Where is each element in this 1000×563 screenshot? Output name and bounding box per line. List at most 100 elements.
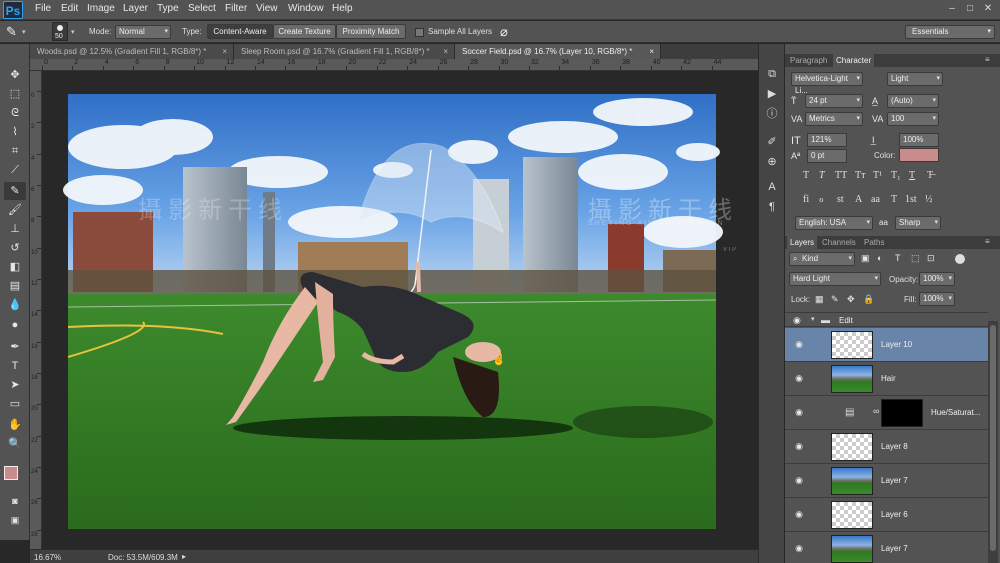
- lock-pixels-icon[interactable]: ✎: [831, 294, 839, 305]
- menu-edit[interactable]: Edit: [61, 3, 78, 14]
- font-style-select[interactable]: Light: [887, 72, 943, 86]
- lock-position-icon[interactable]: ✥: [847, 294, 855, 305]
- layer-group-row[interactable]: ◉ ▾ ▬ Edit: [785, 312, 988, 327]
- menu-image[interactable]: Image: [87, 3, 115, 14]
- filter-smart-object-icon[interactable]: ⊡: [927, 253, 935, 264]
- eye-icon[interactable]: ◉: [793, 475, 805, 485]
- tab-woods[interactable]: Woods.psd @ 12.5% (Gradient Fill 1, RGB/…: [30, 44, 234, 59]
- chevron-down-icon[interactable]: ▾: [71, 28, 75, 36]
- menu-type[interactable]: Type: [157, 3, 179, 14]
- layer-row[interactable]: ◉ Hair: [785, 362, 988, 396]
- eye-icon[interactable]: ◉: [793, 339, 805, 349]
- quick-selection-tool-icon[interactable]: ⌇: [4, 123, 26, 141]
- workspace-select[interactable]: Essentials ▾: [905, 25, 995, 39]
- foreground-color-swatch[interactable]: [4, 466, 18, 480]
- old-style-button[interactable]: ℴ: [819, 194, 824, 205]
- tracking-select[interactable]: 100: [887, 112, 939, 126]
- filter-shape-icon[interactable]: ⬚: [911, 253, 920, 264]
- language-select[interactable]: English: USA: [795, 216, 873, 230]
- lock-transparency-icon[interactable]: ▦: [815, 294, 824, 305]
- menu-filter[interactable]: Filter: [225, 3, 247, 14]
- tab-paths[interactable]: Paths: [861, 236, 887, 249]
- ordinals-button[interactable]: 1st: [905, 194, 917, 205]
- eye-icon[interactable]: ◉: [793, 441, 805, 451]
- layer-row[interactable]: ◉ ▤ ∞ Hue/Saturat...: [785, 396, 988, 430]
- layer-mask-thumbnail[interactable]: [881, 399, 923, 427]
- ligatures-button[interactable]: fi: [803, 194, 809, 205]
- status-menu-icon[interactable]: ▸: [182, 552, 186, 561]
- tab-channels[interactable]: Channels: [819, 236, 859, 249]
- filter-toggle[interactable]: [955, 254, 965, 264]
- create-texture-button[interactable]: Create Texture: [273, 24, 336, 39]
- eye-icon[interactable]: ◉: [793, 315, 801, 326]
- path-selection-tool-icon[interactable]: ➤: [4, 376, 26, 394]
- layer-filter-select[interactable]: ⌕ Kind: [789, 252, 855, 266]
- font-family-select[interactable]: Helvetica-Light Li...: [791, 72, 863, 95]
- strikethrough-button[interactable]: T̶: [927, 170, 933, 181]
- titling-alternates-button[interactable]: aa: [871, 194, 880, 205]
- tab-paragraph[interactable]: Paragraph: [787, 54, 830, 67]
- antialias-select[interactable]: Sharp: [895, 216, 941, 230]
- fractions-button[interactable]: ½: [925, 194, 933, 205]
- sample-all-layers-checkbox[interactable]: [415, 28, 424, 37]
- eye-icon[interactable]: ◉: [793, 373, 805, 383]
- brush-tool-icon[interactable]: 🖌: [4, 201, 26, 219]
- close-icon[interactable]: ×: [443, 44, 448, 59]
- filter-adjustment-icon[interactable]: ◐: [877, 253, 882, 263]
- close-icon[interactable]: ×: [649, 44, 654, 59]
- font-size-select[interactable]: 24 pt: [805, 94, 863, 108]
- eye-icon[interactable]: ◉: [793, 509, 805, 519]
- faux-bold-button[interactable]: T: [803, 170, 809, 181]
- layer-row[interactable]: ◉ Layer 7: [785, 532, 988, 563]
- pen-tool-icon[interactable]: ✒: [4, 338, 26, 356]
- underline-button[interactable]: T: [909, 170, 915, 181]
- rectangle-tool-icon[interactable]: ▭: [4, 395, 26, 413]
- history-brush-tool-icon[interactable]: ↺: [4, 239, 26, 257]
- faux-italic-button[interactable]: T: [819, 170, 825, 181]
- pressure-icon[interactable]: ⌀: [500, 24, 508, 40]
- mode-select[interactable]: Normal: [115, 25, 171, 39]
- chevron-down-icon[interactable]: ▾: [22, 28, 26, 36]
- eye-icon[interactable]: ◉: [793, 407, 805, 417]
- spot-healing-brush-icon[interactable]: ✎: [6, 24, 17, 40]
- document-image[interactable]: [43, 72, 757, 549]
- brush-panel-icon[interactable]: ✐: [764, 134, 780, 150]
- minimize-button[interactable]: –: [944, 2, 960, 16]
- leading-select[interactable]: (Auto): [887, 94, 939, 108]
- menu-select[interactable]: Select: [188, 3, 216, 14]
- lasso-tool-icon[interactable]: ᘓ: [4, 104, 26, 122]
- layer-row[interactable]: ◉ Layer 10: [785, 328, 988, 362]
- healing-brush-tool-icon[interactable]: ✎: [4, 182, 26, 200]
- menu-view[interactable]: View: [256, 3, 278, 14]
- maximize-button[interactable]: □: [962, 2, 978, 16]
- clone-stamp-tool-icon[interactable]: ⊥: [4, 220, 26, 238]
- close-icon[interactable]: ×: [222, 44, 227, 59]
- menu-layer[interactable]: Layer: [123, 3, 148, 14]
- opacity-input[interactable]: 100%: [919, 272, 955, 286]
- layer-row[interactable]: ◉ Layer 8: [785, 430, 988, 464]
- text-color-swatch[interactable]: [899, 148, 939, 162]
- filter-pixel-icon[interactable]: ▣: [861, 253, 870, 264]
- menu-window[interactable]: Window: [288, 3, 324, 14]
- eyedropper-tool-icon[interactable]: ⟋: [4, 161, 26, 179]
- horizontal-scale-input[interactable]: 100%: [899, 133, 939, 147]
- lock-all-icon[interactable]: 🔒: [863, 294, 874, 305]
- blur-tool-icon[interactable]: 💧: [4, 296, 26, 314]
- all-caps-button[interactable]: TT: [835, 170, 847, 181]
- move-tool-icon[interactable]: ✥: [4, 66, 26, 84]
- panel-menu-icon[interactable]: ≡: [985, 237, 990, 246]
- tab-sleep-room[interactable]: Sleep Room.psd @ 16.7% (Gradient Fill 1,…: [234, 44, 455, 59]
- swash-button[interactable]: st: [837, 194, 844, 205]
- play-action-icon[interactable]: ▶: [764, 86, 780, 102]
- ruler-vertical[interactable]: 0 2 4 6 8 10 12 14 16 18 20 22 24 26 28: [30, 71, 42, 549]
- panel-menu-icon[interactable]: ≡: [985, 55, 990, 64]
- tab-soccer-field[interactable]: Soccer Field.psd @ 16.7% (Layer 10, RGB/…: [455, 44, 661, 59]
- baseline-shift-input[interactable]: 0 pt: [807, 149, 847, 163]
- kerning-select[interactable]: Metrics: [805, 112, 863, 126]
- dodge-tool-icon[interactable]: ●: [4, 316, 26, 334]
- gradient-tool-icon[interactable]: ▤: [4, 277, 26, 295]
- ornaments-button[interactable]: T: [891, 194, 897, 205]
- screen-mode-icon[interactable]: ▣: [4, 511, 26, 529]
- zoom-level[interactable]: 16.67%: [34, 553, 61, 562]
- superscript-button[interactable]: T¹: [873, 170, 882, 181]
